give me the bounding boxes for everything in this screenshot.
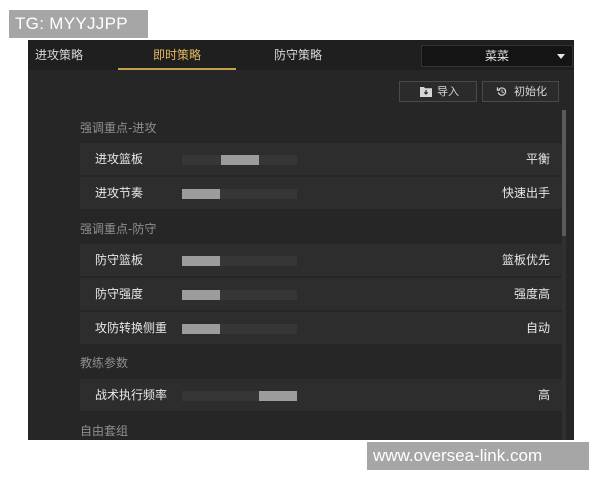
section-title-offense: 强调重点-进攻 <box>80 121 157 135</box>
slider-handle[interactable] <box>182 189 220 199</box>
folder-import-icon <box>420 87 432 97</box>
setting-slider[interactable] <box>182 290 297 300</box>
setting-value: 强度高 <box>513 287 550 301</box>
setting-row-offensive-rebound[interactable]: 进攻篮板 平衡 <box>80 143 562 175</box>
setting-slider[interactable] <box>182 189 297 199</box>
reset-icon <box>496 87 507 96</box>
initialize-button[interactable]: 初始化 <box>482 81 559 102</box>
setting-value: 篮板优先 <box>501 253 550 267</box>
setting-value: 平衡 <box>525 152 550 166</box>
slider-handle[interactable] <box>221 155 259 165</box>
section-title-free-sets: 自由套组 <box>80 424 129 438</box>
dropdown-arrow-icon <box>557 54 565 59</box>
watermark-top: TG: MYYJJPP <box>9 10 148 38</box>
setting-value: 自动 <box>525 321 550 335</box>
active-tab-indicator <box>118 68 236 70</box>
setting-row-tactic-frequency[interactable]: 战术执行频率 高 <box>80 379 562 411</box>
slider-handle[interactable] <box>259 391 297 401</box>
setting-label: 防守篮板 <box>95 253 144 267</box>
setting-slider[interactable] <box>182 155 297 165</box>
setting-slider[interactable] <box>182 324 297 334</box>
tab-defense-strategy[interactable]: 防守策略 <box>274 40 322 70</box>
setting-label: 进攻节奏 <box>95 186 144 200</box>
setting-label: 攻防转换侧重 <box>95 321 168 335</box>
setting-value: 高 <box>537 388 550 402</box>
import-label: 导入 <box>437 85 459 98</box>
tab-attack-strategy[interactable]: 进攻策略 <box>35 40 83 70</box>
setting-value: 快速出手 <box>501 186 550 200</box>
section-title-defense: 强调重点-防守 <box>80 222 157 236</box>
initialize-label: 初始化 <box>514 85 547 98</box>
watermark-bottom: www.oversea-link.com <box>367 442 589 470</box>
setting-label: 战术执行频率 <box>95 388 168 402</box>
dropdown-selected: 菜菜 <box>484 49 509 63</box>
tab-instant-strategy[interactable]: 即时策略 <box>118 40 236 70</box>
setting-slider[interactable] <box>182 391 297 401</box>
preset-dropdown[interactable]: 菜菜 <box>421 45 573 67</box>
setting-row-transition-focus[interactable]: 攻防转换侧重 自动 <box>80 312 562 344</box>
setting-row-offensive-tempo[interactable]: 进攻节奏 快速出手 <box>80 177 562 209</box>
setting-label: 进攻篮板 <box>95 152 144 166</box>
setting-row-defensive-rebound[interactable]: 防守篮板 篮板优先 <box>80 244 562 276</box>
section-title-coach-params: 教练参数 <box>80 356 129 370</box>
setting-row-defensive-intensity[interactable]: 防守强度 强度高 <box>80 278 562 310</box>
slider-handle[interactable] <box>182 324 220 334</box>
tab-bar: 进攻策略 即时策略 防守策略 菜菜 <box>28 40 574 70</box>
strategy-panel: 进攻策略 即时策略 防守策略 菜菜 导入 初始化 强调重点-进攻 进攻篮板 平衡 <box>28 40 574 440</box>
setting-label: 防守强度 <box>95 287 144 301</box>
slider-handle[interactable] <box>182 256 220 266</box>
setting-slider[interactable] <box>182 256 297 266</box>
slider-handle[interactable] <box>182 290 220 300</box>
import-button[interactable]: 导入 <box>399 81 477 102</box>
scrollbar-thumb[interactable] <box>562 110 566 236</box>
